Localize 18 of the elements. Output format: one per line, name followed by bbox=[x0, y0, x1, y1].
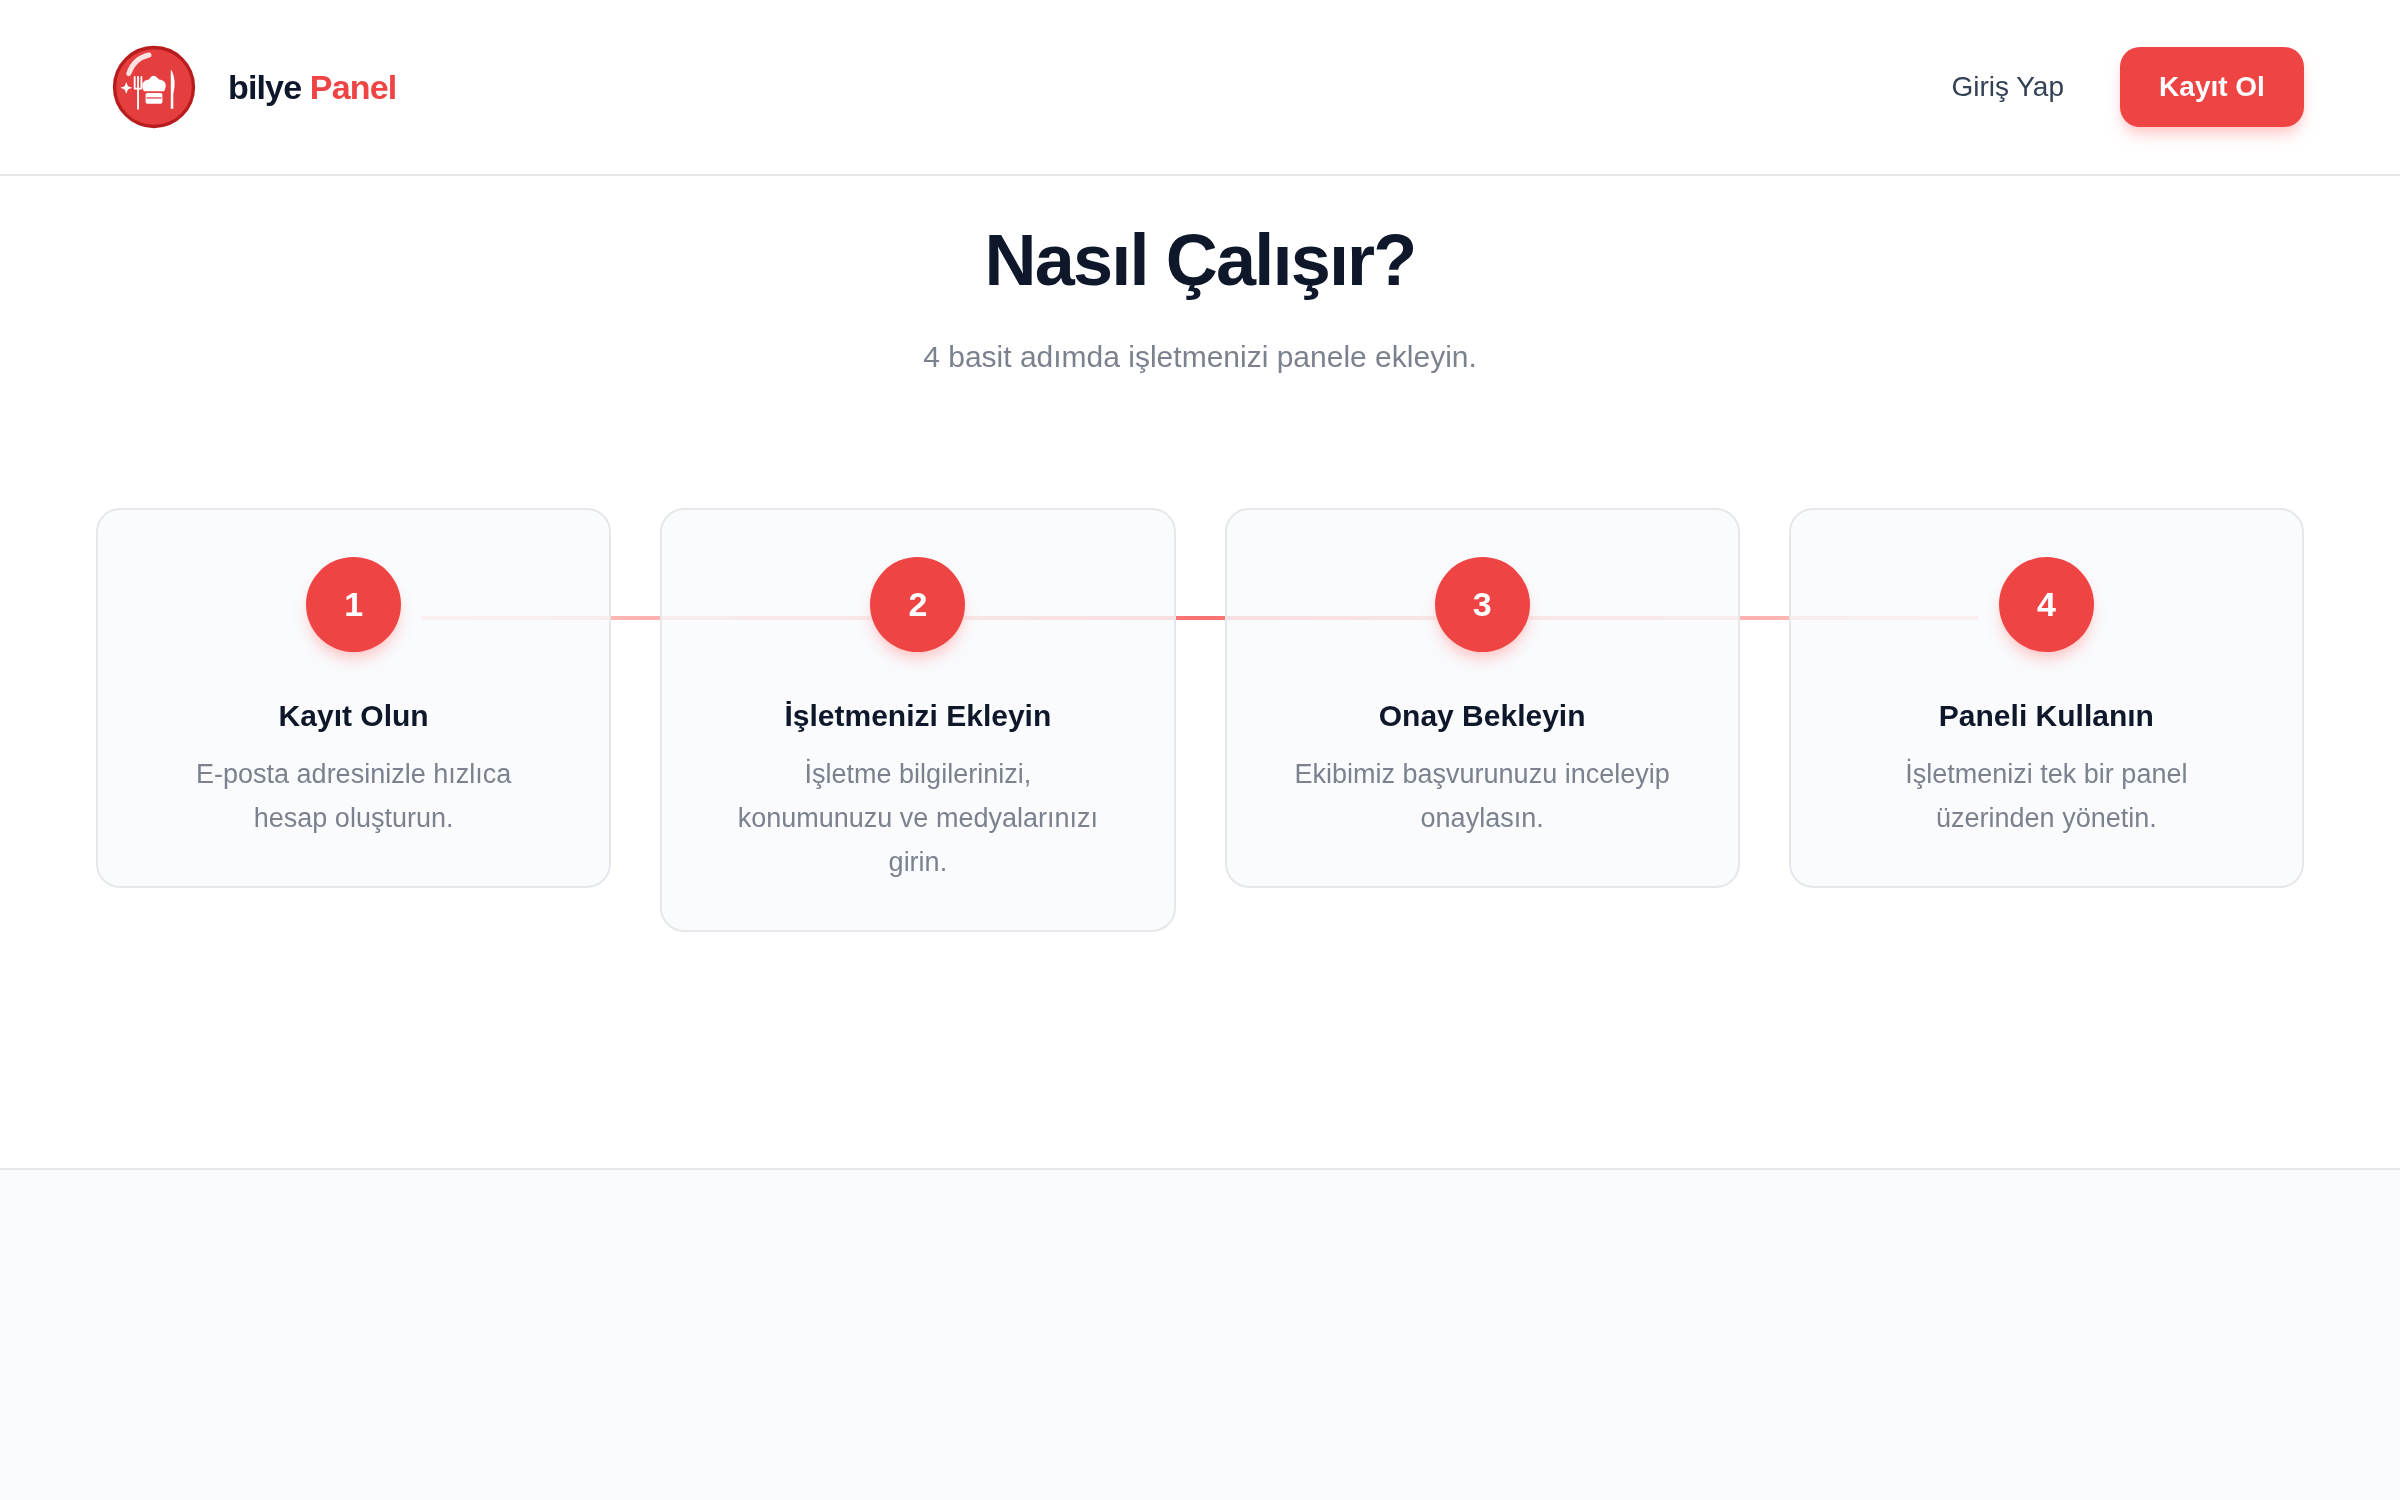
step-number-badge: 2 bbox=[870, 557, 966, 652]
step-title: Kayıt Olun bbox=[278, 698, 429, 734]
signup-button[interactable]: Kayıt Ol bbox=[2120, 47, 2304, 127]
step-description: E-posta adresinizle hızlıca hesap oluşturun. bbox=[195, 758, 513, 835]
step-title: İşletmenizi Ekleyin bbox=[784, 698, 1052, 734]
step-title: Paneli Kullanın bbox=[1938, 698, 2154, 734]
step-number-badge: 4 bbox=[1998, 557, 2094, 652]
step-description: İşletmenizi tek bir panel üzerinden yönetin. bbox=[1904, 757, 2189, 835]
section-title: Nasıl Çalışır? bbox=[984, 220, 1416, 300]
step-title: Onay Bekleyin bbox=[1378, 698, 1586, 734]
step-number-badge: 1 bbox=[306, 557, 402, 652]
step-description: Ekibimiz başvurunuzu inceleyip onaylasın. bbox=[1293, 758, 1671, 835]
brand-name: bilye Panel bbox=[228, 66, 397, 108]
step-description: İşletme bilgilerinizi, konumunuzu ve medyalarınızı girin. bbox=[736, 757, 1099, 879]
section-subtitle: 4 basit adımda işletmenizi panele ekleyin. bbox=[923, 339, 1477, 375]
step-number-badge: 3 bbox=[1434, 557, 1530, 652]
login-link[interactable]: Giriş Yap bbox=[1947, 65, 2068, 109]
chef-hat-logo-icon bbox=[112, 45, 196, 129]
